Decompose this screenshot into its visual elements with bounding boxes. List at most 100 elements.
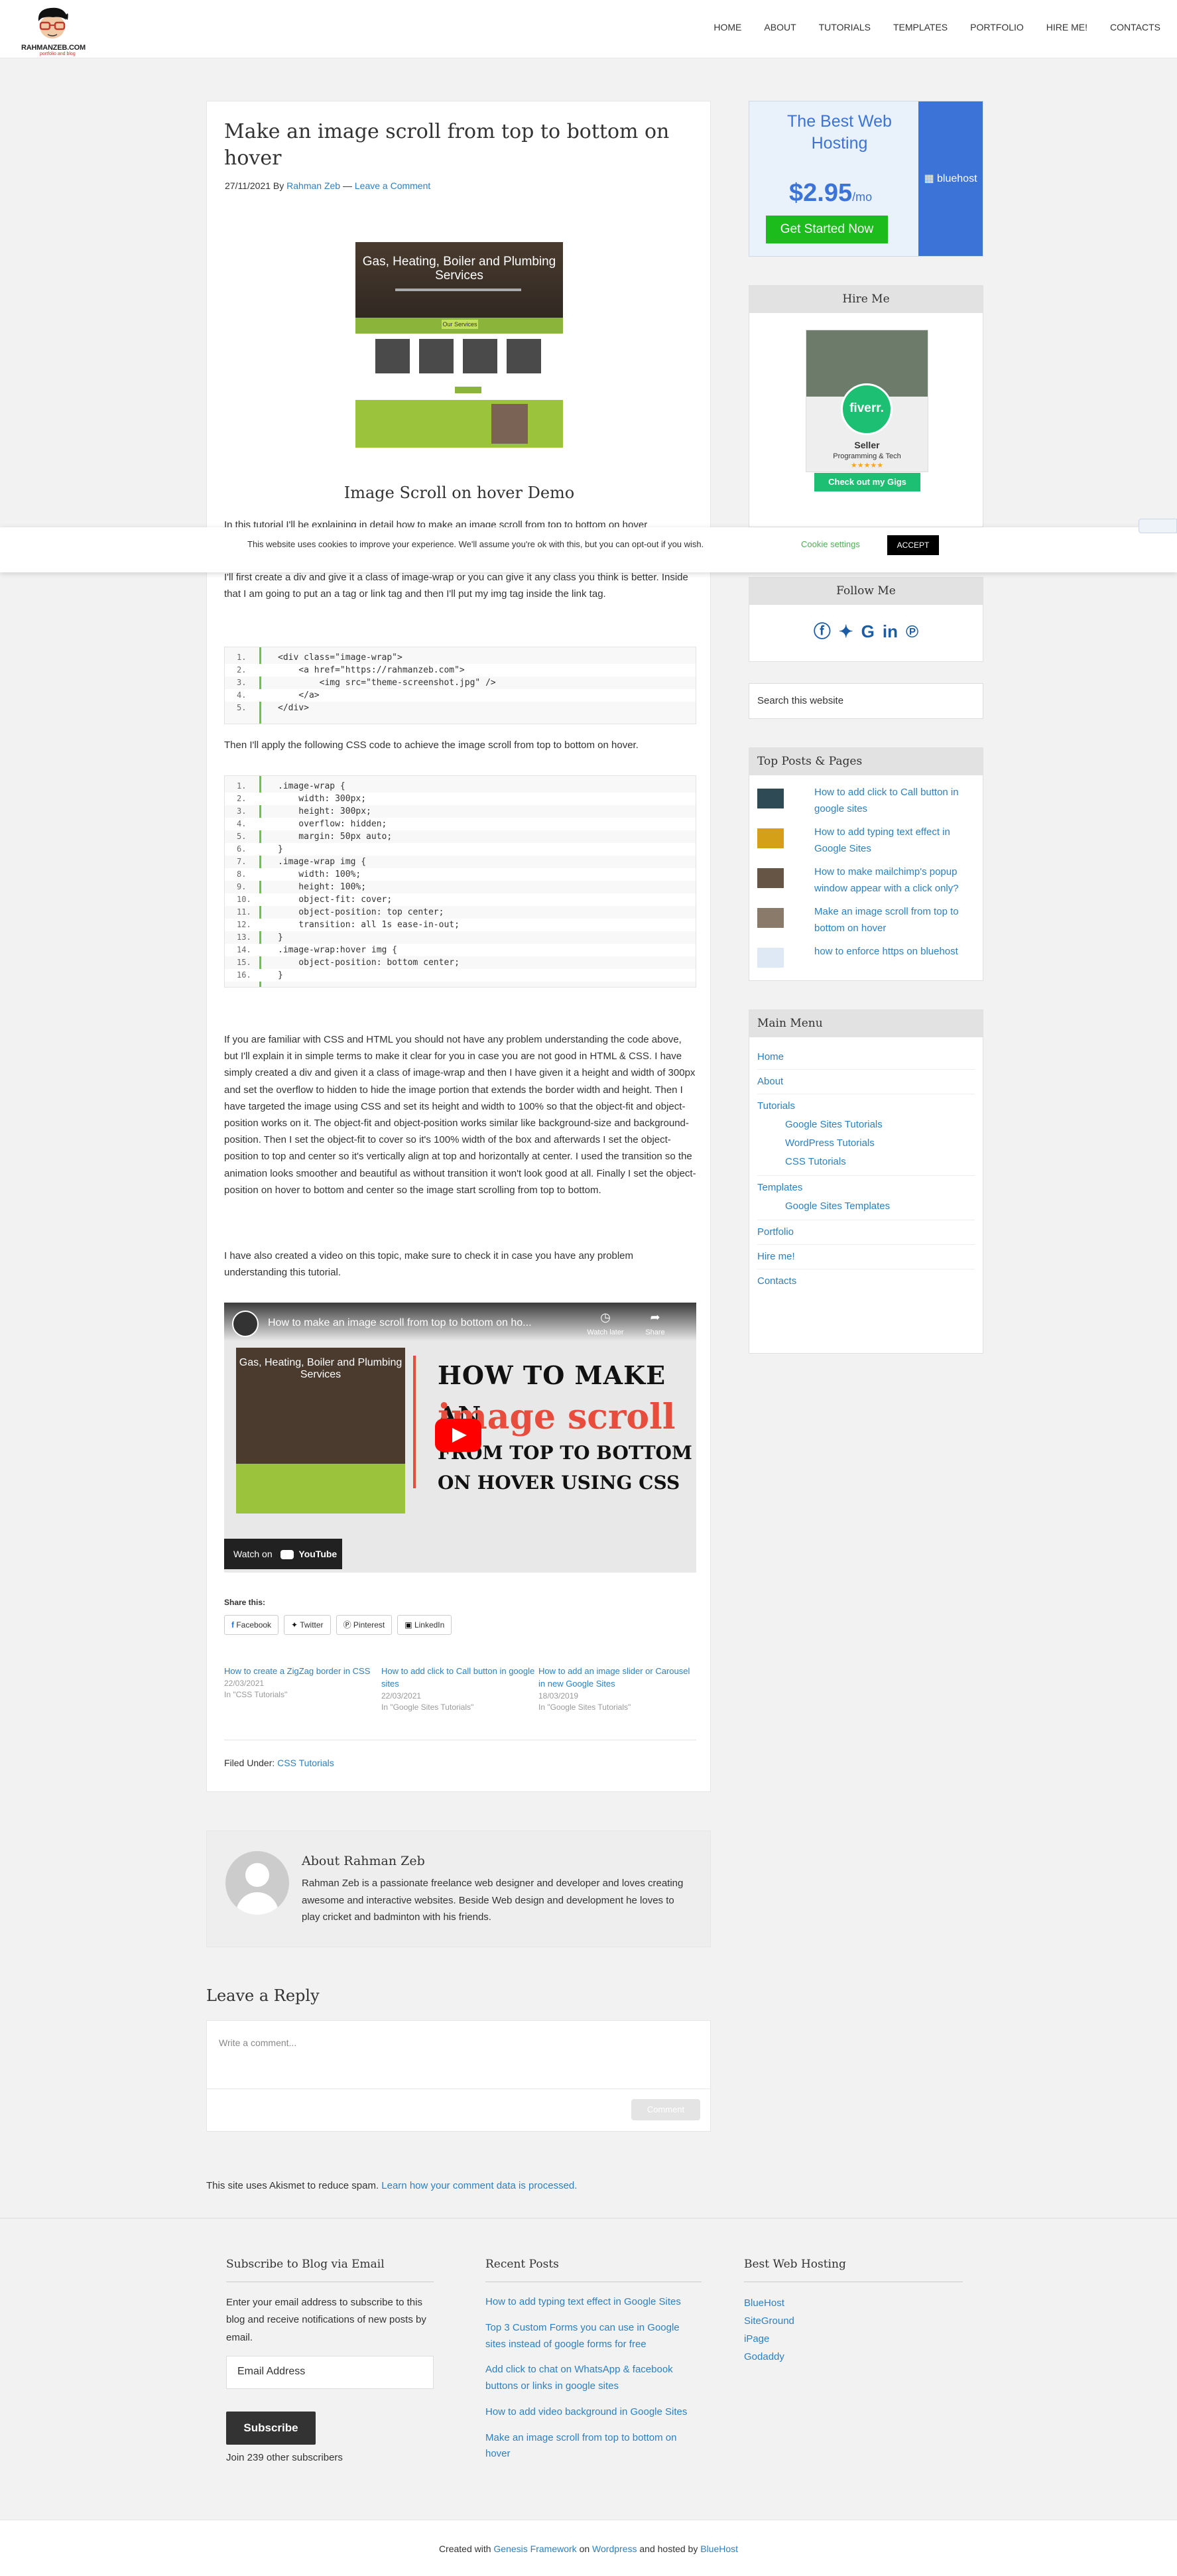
hosting-link[interactable]: Godaddy <box>744 2351 784 2362</box>
linkedin-icon[interactable]: in <box>883 618 898 646</box>
hosting-link[interactable]: BlueHost <box>744 2297 784 2309</box>
menu-item-home[interactable]: Home <box>757 1045 975 1070</box>
genesis-link[interactable]: Genesis Framework <box>493 2544 576 2554</box>
post-date: 27/11/2021 <box>225 180 271 191</box>
twitter-icon[interactable]: ✦ <box>839 618 853 646</box>
menu-subitem[interactable]: Google Sites Tutorials <box>757 1116 975 1134</box>
share-facebook-button[interactable]: f Facebook <box>224 1615 279 1635</box>
code-text: width: 300px; <box>278 794 367 804</box>
comment-input[interactable]: Write a comment... <box>219 2035 296 2050</box>
watch-on-youtube-button[interactable]: Watch on YouTube <box>224 1539 342 1569</box>
top-post-link[interactable]: Make an image scroll from top to bottom … <box>814 904 973 937</box>
recent-post-link[interactable]: Make an image scroll from top to bottom … <box>485 2432 676 2460</box>
menu-item-tutorials[interactable]: Tutorials <box>757 1094 975 1116</box>
menu-item-hire[interactable]: Hire me! <box>757 1245 975 1269</box>
menu-item-contacts[interactable]: Contacts <box>757 1269 975 1293</box>
related-post-link[interactable]: How to create a ZigZag border in CSS <box>224 1666 370 1676</box>
code-line: 11. object-position: top center; <box>225 906 696 919</box>
line-number: 15. <box>237 958 251 967</box>
watch-later-button[interactable]: ◷ Watch later <box>582 1308 629 1338</box>
youtube-video-embed[interactable]: Gas, Heating, Boiler and Plumbing Servic… <box>224 1303 696 1573</box>
google-icon[interactable]: G <box>861 618 875 646</box>
video-title[interactable]: How to make an image scroll from top to … <box>268 1315 532 1332</box>
top-post-link[interactable]: How to make mailchimp's popup window app… <box>814 864 973 897</box>
comment-submit-button[interactable]: Comment <box>631 2099 700 2120</box>
code-text: .image-wrap img { <box>278 857 367 867</box>
cookie-settings-link[interactable]: Cookie settings <box>801 538 860 552</box>
play-button[interactable] <box>435 1419 481 1452</box>
pinterest-icon[interactable]: ℗ <box>906 618 918 646</box>
nav-contacts[interactable]: CONTACTS <box>1110 20 1160 34</box>
hosting-link[interactable]: SiteGround <box>744 2315 794 2327</box>
hosting-ad-banner[interactable]: The Best Web Hosting $2.95/mo Get Starte… <box>749 101 983 257</box>
share-icon: ➦ <box>650 1311 660 1324</box>
akismet-text: This site uses Akismet to reduce spam. <box>206 2180 379 2191</box>
demo-image-title: Gas, Heating, Boiler and Plumbing Servic… <box>362 255 556 283</box>
menu-subitem[interactable]: CSS Tutorials <box>757 1153 975 1176</box>
search-input[interactable]: Search this website <box>749 683 983 719</box>
subscribe-widget: Subscribe to Blog via Email Enter your e… <box>226 2256 434 2466</box>
list-item: How to make mailchimp's popup window app… <box>749 863 983 903</box>
site-logo[interactable]: RAHMANZEB.COM portfolio and blog <box>20 4 86 56</box>
related-post-link[interactable]: How to add an image slider or Carousel i… <box>538 1666 690 1689</box>
cookie-accept-button[interactable]: ACCEPT <box>887 535 939 555</box>
share-twitter-button[interactable]: ✦ Twitter <box>284 1615 331 1635</box>
menu-item-portfolio[interactable]: Portfolio <box>757 1220 975 1245</box>
share-button[interactable]: ➦ Share <box>639 1308 672 1338</box>
nav-portfolio[interactable]: PORTFOLIO <box>970 20 1024 34</box>
menu-subitem[interactable]: Google Sites Templates <box>757 1197 975 1220</box>
nav-templates[interactable]: TEMPLATES <box>893 20 948 34</box>
category-link[interactable]: CSS Tutorials <box>277 1758 334 1768</box>
wordpress-link[interactable]: Wordpress <box>592 2544 637 2554</box>
check-gigs-button[interactable]: Check out my Gigs <box>814 473 920 491</box>
hosting-link[interactable]: iPage <box>744 2333 769 2345</box>
nav-about[interactable]: ABOUT <box>764 20 796 34</box>
line-number: 5. <box>237 832 247 841</box>
fiverr-profile-card[interactable]: fiverr. Seller Programming & Tech ★★★★★ … <box>806 330 928 491</box>
hosting-widget: Best Web Hosting BlueHost SiteGround iPa… <box>744 2256 963 2366</box>
recent-post-link[interactable]: How to add typing text effect in Google … <box>485 2296 681 2307</box>
menu-item-about[interactable]: About <box>757 1070 975 1094</box>
post-author-link[interactable]: Rahman Zeb <box>286 180 340 191</box>
recent-post-link[interactable]: How to add video background in Google Si… <box>485 2406 687 2417</box>
code-line: 2. <a href="https://rahmanzeb.com"> <box>225 664 696 676</box>
facebook-icon[interactable]: ⓕ <box>814 618 831 646</box>
line-number: 4. <box>237 690 247 700</box>
recent-post-link[interactable]: Add click to chat on WhatsApp & facebook… <box>485 2364 673 2392</box>
code-text: } <box>278 933 283 942</box>
line-number: 4. <box>237 819 247 828</box>
related-post: How to add click to Call button in googl… <box>381 1665 538 1713</box>
share-linkedin-button[interactable]: ▣ LinkedIn <box>397 1615 452 1635</box>
nav-home[interactable]: HOME <box>713 20 741 34</box>
recent-post-link[interactable]: Top 3 Custom Forms you can use in Google… <box>485 2322 680 2350</box>
css-code-block[interactable]: 1. .image-wrap {2. width: 300px; 3. height… <box>224 775 696 988</box>
nav-tutorials[interactable]: TUTORIALS <box>819 20 871 34</box>
demo-title: Image Scroll on hover Demo <box>343 483 575 502</box>
akismet-notice: This site uses Akismet to reduce spam. L… <box>206 2178 577 2194</box>
nav-hire-me[interactable]: HIRE ME! <box>1046 20 1087 34</box>
akismet-link[interactable]: Learn how your comment data is processed… <box>381 2180 577 2191</box>
bluehost-link[interactable]: BlueHost <box>700 2544 738 2554</box>
share-pinterest-button[interactable]: Ⓟ Pinterest <box>336 1615 393 1635</box>
top-post-link[interactable]: How to add click to Call button in googl… <box>814 785 973 818</box>
channel-avatar-icon[interactable] <box>232 1311 259 1337</box>
code-text: } <box>278 844 283 854</box>
paragraph-1: I'll first create a div and give it a cl… <box>224 572 688 600</box>
watch-on-label: Watch on <box>233 1549 273 1559</box>
leave-comment-link[interactable]: Leave a Comment <box>355 180 430 191</box>
html-code-block[interactable]: 1. <div class="image-wrap"> 2. <a href="ht… <box>224 647 696 724</box>
code-line: 4. </a> <box>225 689 696 702</box>
side-tab-widget[interactable] <box>1139 519 1177 533</box>
related-post-link[interactable]: How to add click to Call button in googl… <box>381 1666 534 1689</box>
email-field[interactable]: Email Address <box>226 2355 434 2389</box>
top-post-link[interactable]: How to add typing text effect in Google … <box>814 824 973 858</box>
related-post-category: In "Google Sites Tutorials" <box>538 1703 631 1712</box>
ad-cta-button[interactable]: Get Started Now <box>766 216 888 243</box>
rating-stars: ★★★★★ <box>850 462 884 470</box>
subscribe-button[interactable]: Subscribe <box>226 2411 316 2445</box>
top-post-link[interactable]: how to enforce https on bluehost <box>814 944 973 960</box>
line-number: 16. <box>237 970 251 980</box>
top-posts-widget: Top Posts & Pages How to add click to Ca… <box>749 747 983 981</box>
menu-subitem[interactable]: WordPress Tutorials <box>757 1134 975 1153</box>
menu-item-templates[interactable]: Templates <box>757 1176 975 1197</box>
